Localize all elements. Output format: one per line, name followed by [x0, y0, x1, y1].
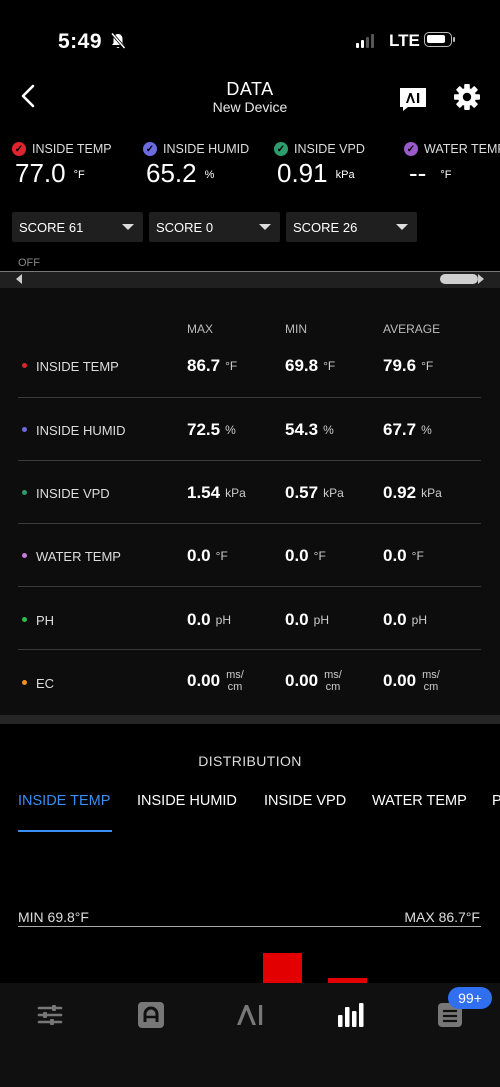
distribution-title: DISTRIBUTION	[198, 753, 302, 769]
score-value: SCORE 0	[156, 219, 214, 235]
chevron-down-icon	[122, 224, 134, 230]
sensor-inside-vpd[interactable]: ✓ INSIDE VPD 0.91 kPa	[274, 142, 365, 189]
sensor-label: INSIDE VPD	[294, 142, 365, 156]
series-dot	[22, 553, 27, 558]
status-time: 5:49	[58, 30, 103, 53]
timeline-right-arrow-icon[interactable]	[478, 274, 484, 284]
data-icon[interactable]	[335, 1001, 365, 1029]
distribution-max-label: MAX 86.7°F	[404, 909, 480, 925]
stats-row-inside-humid: INSIDE HUMID 72.5% 54.3% 67.7%	[18, 398, 481, 461]
series-dot	[22, 427, 27, 432]
ai-chat-icon[interactable]	[398, 86, 428, 112]
avg-value: 79.6 °F	[383, 356, 434, 375]
stats-row-ph: PH 0.0 pH 0.0 pH 0.0 pH	[18, 587, 481, 650]
stats-row-water-temp: WATER TEMP 0.0 °F 0.0 °F 0.0 °F	[18, 524, 481, 587]
sensor-unit: °F	[73, 169, 85, 182]
row-label: INSIDE VPD	[36, 486, 110, 501]
bell-muted-icon	[110, 32, 126, 49]
score-value: SCORE 61	[19, 219, 84, 235]
ai-icon[interactable]	[235, 1001, 265, 1029]
battery-icon	[424, 32, 455, 47]
sensor-unit: %	[204, 169, 215, 182]
distribution-min-label: MIN 69.8°F	[18, 909, 89, 925]
sensor-value: 0.91	[277, 158, 328, 188]
sensor-inside-humid[interactable]: ✓ INSIDE HUMID 65.2%	[143, 142, 249, 189]
max-value: 0.0 °F	[187, 546, 228, 565]
score-dropdown-2[interactable]: SCORE 0	[149, 212, 280, 242]
stats-row-inside-temp: INSIDE TEMP 86.7 °F 69.8 °F 79.6 °F	[18, 335, 481, 398]
tab-inside-humid[interactable]: INSIDE HUMID	[137, 793, 237, 809]
max-value: 86.7 °F	[187, 356, 238, 375]
stats-row-ec: EC 0.00 ms/cm 0.00 ms/cm 0.00 ms/cm	[18, 650, 481, 713]
timeline-off-label: OFF	[18, 257, 40, 269]
sensor-water-temp[interactable]: ✓ WATER TEMP -- °F	[404, 142, 500, 189]
row-label: INSIDE TEMP	[36, 359, 119, 374]
tab-ph-partial[interactable]: P	[492, 793, 500, 809]
max-value: 0.00 ms/cm	[187, 669, 244, 693]
column-header-average: AVERAGE	[383, 322, 441, 336]
min-value: 0.00 ms/cm	[285, 669, 342, 693]
avg-value: 0.0 pH	[383, 610, 427, 629]
check-icon: ✓	[12, 142, 26, 156]
chevron-down-icon	[259, 224, 271, 230]
score-dropdown-1[interactable]: SCORE 61	[12, 212, 143, 242]
min-value: 54.3%	[285, 420, 334, 439]
network-type: LTE	[389, 31, 420, 50]
bottom-nav	[0, 983, 500, 1087]
sensor-label: WATER TEMP	[424, 142, 500, 156]
sensor-label: INSIDE HUMID	[163, 142, 250, 156]
max-value: 1.54 kPa	[187, 483, 246, 502]
score-value: SCORE 26	[293, 219, 358, 235]
avg-value: 0.0 °F	[383, 546, 424, 565]
sensor-value: 77.0	[15, 158, 66, 188]
max-value: 0.0 pH	[187, 610, 231, 629]
timeline-left-arrow-icon[interactable]	[16, 274, 22, 284]
column-header-min: MIN	[285, 322, 307, 336]
tab-water-temp[interactable]: WATER TEMP	[372, 793, 467, 809]
sensor-unit: kPa	[335, 169, 355, 182]
row-label: INSIDE HUMID	[36, 423, 126, 438]
sensor-inside-temp[interactable]: ✓ INSIDE TEMP 77.0 °F	[12, 142, 112, 189]
min-value: 0.0 °F	[285, 546, 326, 565]
distribution-axis-line	[18, 926, 481, 927]
sensor-unit: °F	[440, 169, 452, 182]
check-icon: ✓	[143, 142, 157, 156]
device-icon[interactable]	[136, 1001, 166, 1029]
series-dot	[22, 617, 27, 622]
distribution-bar	[263, 953, 302, 985]
avg-value: 67.7%	[383, 420, 432, 439]
series-dot	[22, 363, 27, 368]
row-label: PH	[36, 613, 55, 628]
avg-value: 0.92 kPa	[383, 483, 442, 502]
timeline-track[interactable]	[0, 271, 500, 288]
sensor-label: INSIDE TEMP	[32, 142, 112, 156]
avg-value: 0.00 ms/cm	[383, 669, 440, 693]
max-value: 72.5%	[187, 420, 236, 439]
tab-inside-vpd[interactable]: INSIDE VPD	[264, 793, 346, 809]
chevron-down-icon	[396, 224, 408, 230]
check-icon: ✓	[274, 142, 288, 156]
controls-icon[interactable]	[35, 1001, 65, 1029]
column-header-max: MAX	[187, 322, 214, 336]
min-value: 0.0 pH	[285, 610, 329, 629]
notification-badge: 99+	[448, 987, 492, 1009]
active-tab-indicator	[18, 830, 112, 832]
min-value: 0.57 kPa	[285, 483, 344, 502]
stats-row-inside-vpd: INSIDE VPD 1.54 kPa 0.57 kPa 0.92 kPa	[18, 461, 481, 524]
sensor-value: --	[409, 158, 427, 188]
signal-icon	[356, 34, 374, 48]
gear-icon[interactable]	[453, 83, 481, 111]
score-dropdown-3[interactable]: SCORE 26	[286, 212, 417, 242]
series-dot	[22, 680, 27, 685]
check-icon: ✓	[404, 142, 418, 156]
tab-inside-temp[interactable]: INSIDE TEMP	[18, 793, 110, 809]
timeline-scroll-thumb[interactable]	[440, 274, 478, 284]
row-label: WATER TEMP	[36, 549, 121, 564]
series-dot	[22, 490, 27, 495]
min-value: 69.8 °F	[285, 356, 336, 375]
section-divider	[0, 715, 500, 724]
sensor-value: 65.2	[146, 158, 197, 188]
row-label: EC	[36, 676, 55, 691]
